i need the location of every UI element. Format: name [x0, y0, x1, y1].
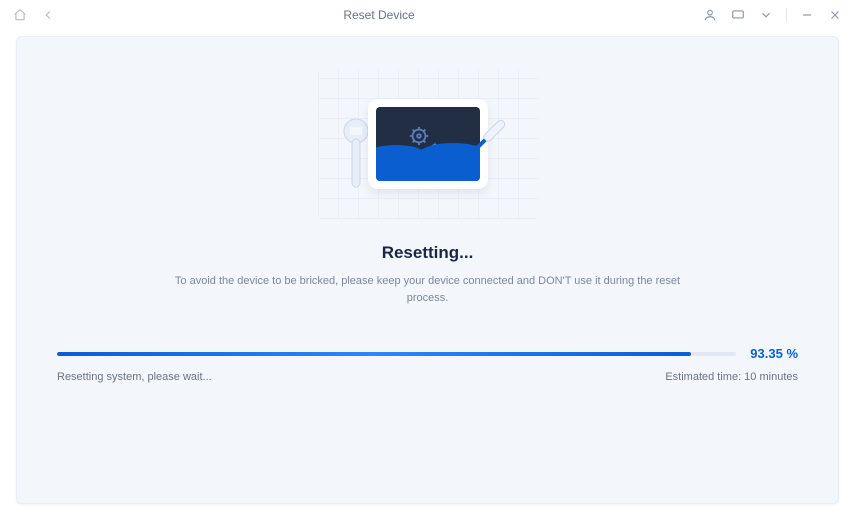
minimize-icon — [800, 8, 814, 22]
status-title: Resetting... — [382, 243, 474, 263]
chat-icon — [731, 8, 745, 22]
titlebar-right — [698, 3, 847, 27]
progress-eta: Estimated time: 10 minutes — [665, 371, 798, 383]
progress-row: 93.35 % — [57, 346, 798, 361]
screwdriver-icon — [448, 107, 518, 177]
account-button[interactable] — [698, 3, 722, 27]
feedback-button[interactable] — [726, 3, 750, 27]
home-button[interactable] — [8, 3, 32, 27]
window-title: Reset Device — [60, 8, 698, 22]
chevron-down-icon — [759, 8, 773, 22]
instruction-text: To avoid the device to be bricked, pleas… — [168, 273, 688, 306]
progress-status-text: Resetting system, please wait... — [57, 371, 212, 383]
illustration — [318, 69, 538, 219]
close-button[interactable] — [823, 3, 847, 27]
progress-details: Resetting system, please wait... Estimat… — [57, 371, 798, 383]
menu-dropdown-button[interactable] — [754, 3, 778, 27]
user-icon — [703, 8, 717, 22]
progress-percent: 93.35 % — [750, 346, 798, 361]
titlebar: Reset Device — [0, 0, 855, 30]
progress-bar — [57, 352, 736, 356]
back-icon — [41, 8, 55, 22]
home-icon — [13, 8, 27, 22]
minimize-button[interactable] — [795, 3, 819, 27]
back-button[interactable] — [36, 3, 60, 27]
gear-icon — [408, 125, 430, 147]
close-icon — [828, 8, 842, 22]
progress-fill — [57, 352, 691, 356]
app-window: Reset Device — [0, 0, 855, 520]
titlebar-left — [8, 3, 60, 27]
titlebar-separator — [786, 8, 787, 22]
main-panel: Resetting... To avoid the device to be b… — [16, 36, 839, 504]
